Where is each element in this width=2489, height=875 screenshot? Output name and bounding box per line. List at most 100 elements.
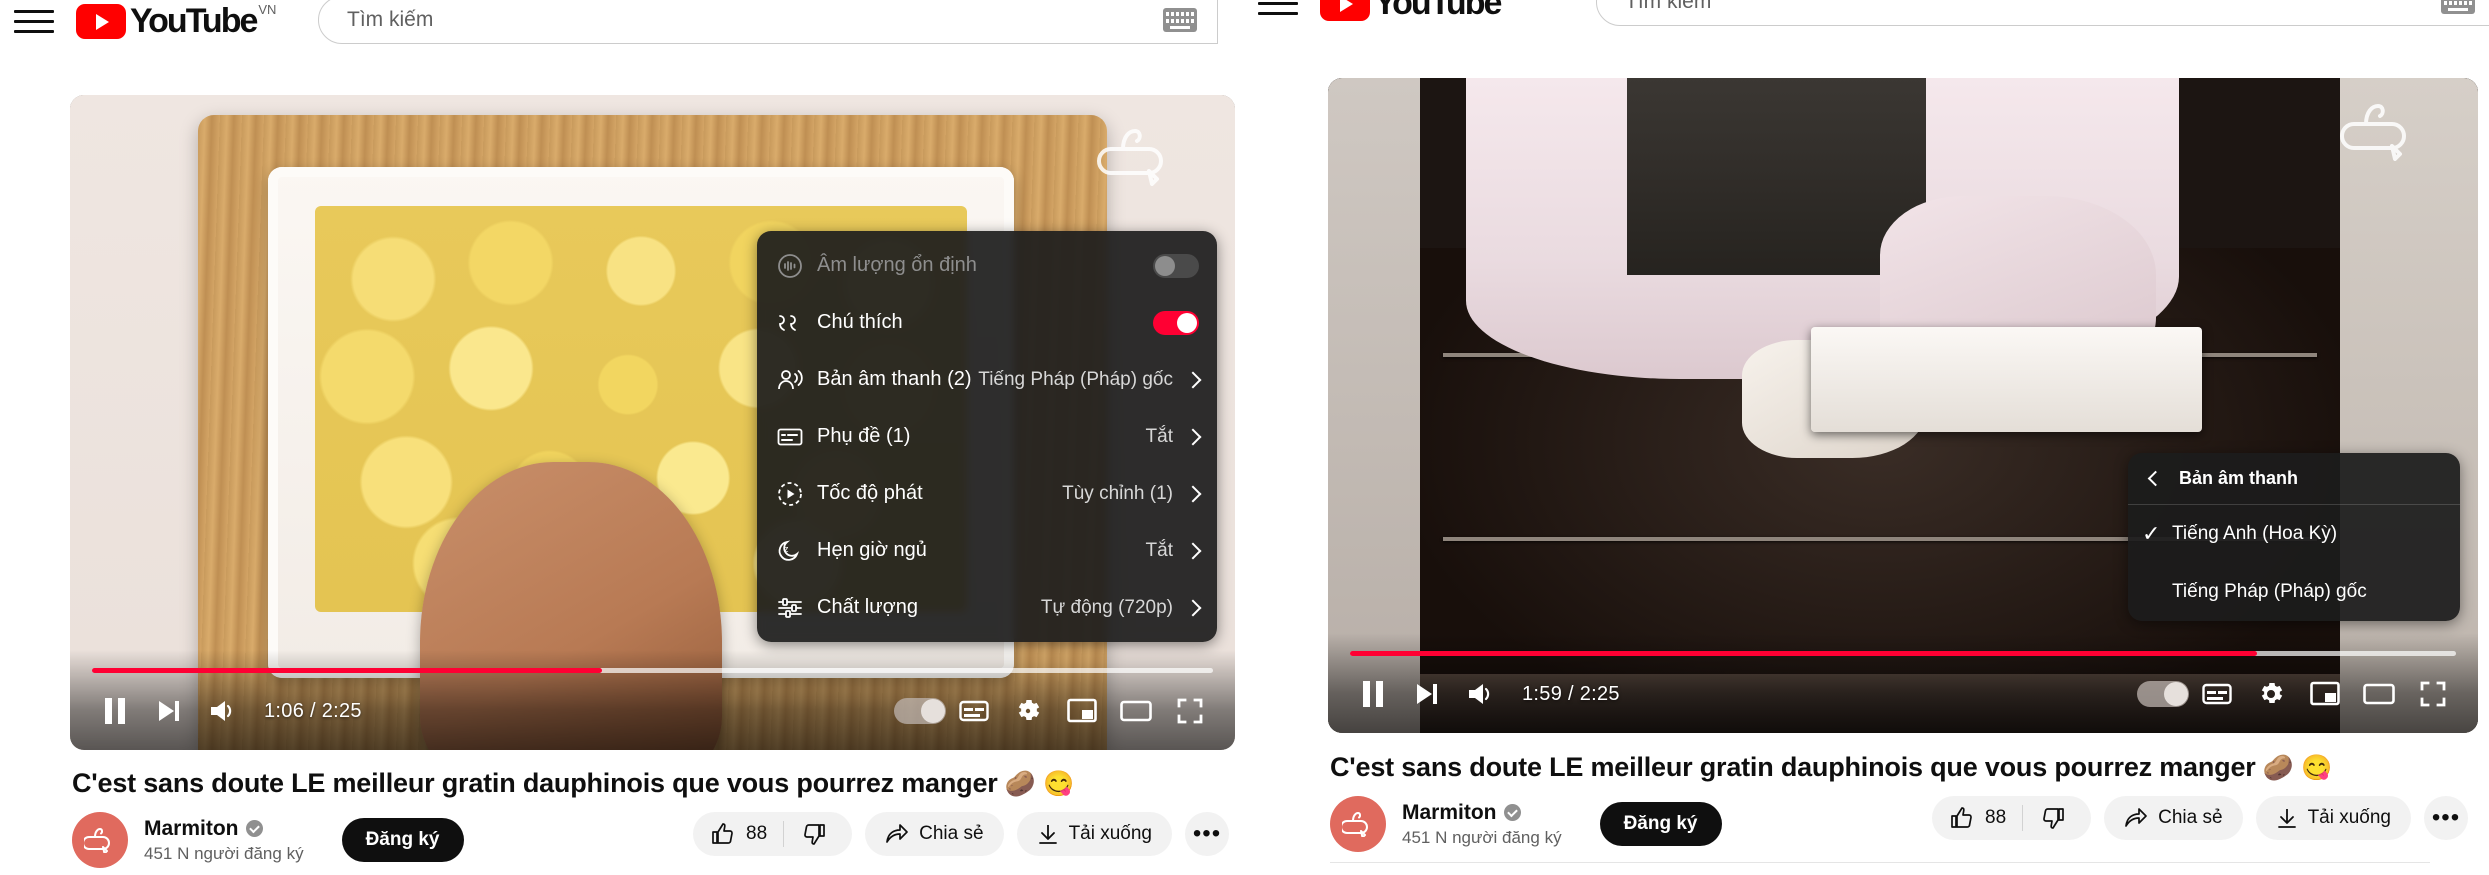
youtube-logo-text: YouTube <box>1374 0 1502 22</box>
theater-mode-button[interactable] <box>1109 684 1163 738</box>
search-placeholder: Tìm kiếm <box>347 8 434 31</box>
channel-watermark-icon <box>1093 123 1177 189</box>
like-button[interactable]: 88 <box>711 822 783 846</box>
volume-button[interactable] <box>1454 667 1508 721</box>
more-horizontal-icon: ••• <box>2431 804 2461 831</box>
avatar[interactable] <box>72 812 128 868</box>
audio-track-submenu[interactable]: Bản âm thanh ✓ Tiếng Anh (Hoa Kỳ) Tiếng … <box>2128 453 2460 621</box>
theater-mode-button[interactable] <box>2352 667 2406 721</box>
pause-button[interactable] <box>1346 667 1400 721</box>
browser-panel-left: YouTube VN Tìm kiếm Âm lượng ổn định Chú… <box>0 0 1244 875</box>
subscribe-button[interactable]: Đăng ký <box>1599 802 1722 846</box>
masthead-left-group: YouTube VN <box>14 2 277 39</box>
chevron-left-icon[interactable] <box>2147 470 2164 487</box>
more-actions-button[interactable]: ••• <box>2424 796 2469 840</box>
settings-row-audio-track[interactable]: Bản âm thanh (2) Tiếng Pháp (Pháp) gốc <box>757 351 1217 408</box>
channel-row-left: Marmiton 451 N người đăng ký Đăng ký <box>72 812 464 868</box>
video-title-text: C'est sans doute LE meilleur gratin daup… <box>72 768 998 798</box>
next-video-button[interactable] <box>1400 667 1454 721</box>
settings-row-subtitles[interactable]: Phụ đề (1) Tắt <box>757 408 1217 465</box>
audio-submenu-header[interactable]: Bản âm thanh <box>2128 453 2460 505</box>
share-button[interactable]: Chia sẻ <box>2104 796 2243 840</box>
download-arrow-icon <box>2277 808 2296 828</box>
settings-row-quality[interactable]: Chất lượng Tự động (720p) <box>757 579 1217 636</box>
settings-row-sleep-timer[interactable]: z Hẹn giờ ngủ Tắt <box>757 522 1217 579</box>
stable-volume-icon <box>777 253 817 279</box>
annotations-toggle[interactable] <box>1153 310 1199 335</box>
download-button[interactable]: Tải xuống <box>1016 812 1173 856</box>
potato-emoji: 🥔 <box>1004 770 1036 798</box>
channel-info: Marmiton 451 N người đăng ký <box>1402 801 1562 848</box>
download-arrow-icon <box>1038 824 1057 844</box>
channel-watermark-icon <box>2336 98 2420 164</box>
sleep-timer-icon: z <box>777 538 817 564</box>
video-player-left[interactable]: Âm lượng ổn định Chú thích Bản âm thanh … <box>70 95 1235 750</box>
keyboard-icon[interactable] <box>1163 8 1197 32</box>
pause-button[interactable] <box>88 684 142 738</box>
next-video-button[interactable] <box>142 684 196 738</box>
channel-info: Marmiton 451 N người đăng ký <box>144 817 304 864</box>
miniplayer-button[interactable] <box>2298 667 2352 721</box>
avatar[interactable] <box>1330 796 1386 852</box>
share-button[interactable]: Chia sẻ <box>865 812 1004 856</box>
download-button[interactable]: Tải xuống <box>2255 796 2412 840</box>
action-buttons-left: 88 Chia sẻ Tải xuống ••• <box>693 812 1230 856</box>
controls-row: 1:59 / 2:25 <box>1346 667 2460 721</box>
channel-name-row[interactable]: Marmiton <box>144 817 304 841</box>
like-button[interactable]: 88 <box>1950 806 2022 830</box>
youtube-logo[interactable]: YouTube VN <box>1320 0 1520 21</box>
audio-option-label: Tiếng Anh (Hoa Kỳ) <box>2172 523 2338 544</box>
progress-bar[interactable] <box>92 668 1213 673</box>
settings-row-playback-speed[interactable]: Tốc độ phát Tùy chỉnh (1) <box>757 465 1217 522</box>
youtube-country-code: VN <box>258 2 277 17</box>
youtube-logo[interactable]: YouTube VN <box>76 2 277 39</box>
settings-row-annotations[interactable]: Chú thích <box>757 294 1217 351</box>
search-area-left: Tìm kiếm <box>318 0 1218 44</box>
settings-menu-left[interactable]: Âm lượng ổn định Chú thích Bản âm thanh … <box>757 231 1217 642</box>
fullscreen-button[interactable] <box>2406 667 2460 721</box>
autoplay-toggle-button[interactable] <box>893 684 947 738</box>
subtitles-button[interactable] <box>947 684 1001 738</box>
autoplay-play-icon <box>2173 689 2181 699</box>
autoplay-toggle-button[interactable] <box>2136 667 2190 721</box>
hamburger-icon[interactable] <box>1258 0 1298 19</box>
volume-button[interactable] <box>196 684 250 738</box>
settings-label: Chất lượng <box>817 596 918 618</box>
svg-text:z: z <box>784 544 789 554</box>
share-arrow-icon <box>886 824 908 843</box>
fullscreen-button[interactable] <box>1163 684 1217 738</box>
audio-option-english[interactable]: ✓ Tiếng Anh (Hoa Kỳ) <box>2128 505 2460 563</box>
dislike-button[interactable] <box>2023 806 2083 830</box>
chevron-right-icon <box>1184 371 1202 388</box>
subtitles-icon <box>777 427 817 447</box>
channel-name-row[interactable]: Marmiton <box>1402 801 1562 825</box>
audio-option-french[interactable]: Tiếng Pháp (Pháp) gốc <box>2128 563 2460 621</box>
progress-bar[interactable] <box>1350 651 2456 656</box>
channel-subscribers: 451 N người đăng ký <box>1402 827 1562 847</box>
potato-emoji: 🥔 <box>2262 754 2294 782</box>
subtitles-button[interactable] <box>2190 667 2244 721</box>
search-input[interactable]: Tìm kiếm <box>1596 0 2489 26</box>
subscribe-button[interactable]: Đăng ký <box>341 818 464 862</box>
video-title-text: C'est sans doute LE meilleur gratin daup… <box>1330 752 2256 782</box>
audio-track-icon <box>777 368 817 392</box>
search-input[interactable]: Tìm kiếm <box>318 0 1218 44</box>
channel-subscribers: 451 N người đăng ký <box>144 843 304 863</box>
more-actions-button[interactable]: ••• <box>1185 812 1230 856</box>
player-controls-right: 1:59 / 2:25 <box>1328 633 2478 733</box>
settings-button[interactable] <box>2244 667 2298 721</box>
video-title-left: C'est sans doute LE meilleur gratin daup… <box>72 768 1074 799</box>
chevron-right-icon <box>1184 542 1202 559</box>
stable-volume-toggle[interactable] <box>1153 253 1199 278</box>
masthead-left: YouTube VN Tìm kiếm <box>0 0 1244 90</box>
miniplayer-button[interactable] <box>1055 684 1109 738</box>
video-player-right[interactable]: Bản âm thanh ✓ Tiếng Anh (Hoa Kỳ) Tiếng … <box>1328 78 2478 733</box>
time-display: 1:06 / 2:25 <box>264 699 362 722</box>
settings-button[interactable] <box>1001 684 1055 738</box>
settings-row-stable-volume[interactable]: Âm lượng ổn định <box>757 237 1217 294</box>
dislike-button[interactable] <box>784 822 844 846</box>
settings-value: Tiếng Pháp (Pháp) gốc <box>978 368 1173 390</box>
hamburger-icon[interactable] <box>14 7 54 37</box>
thumbs-up-icon <box>712 823 733 844</box>
keyboard-icon[interactable] <box>2441 0 2475 14</box>
